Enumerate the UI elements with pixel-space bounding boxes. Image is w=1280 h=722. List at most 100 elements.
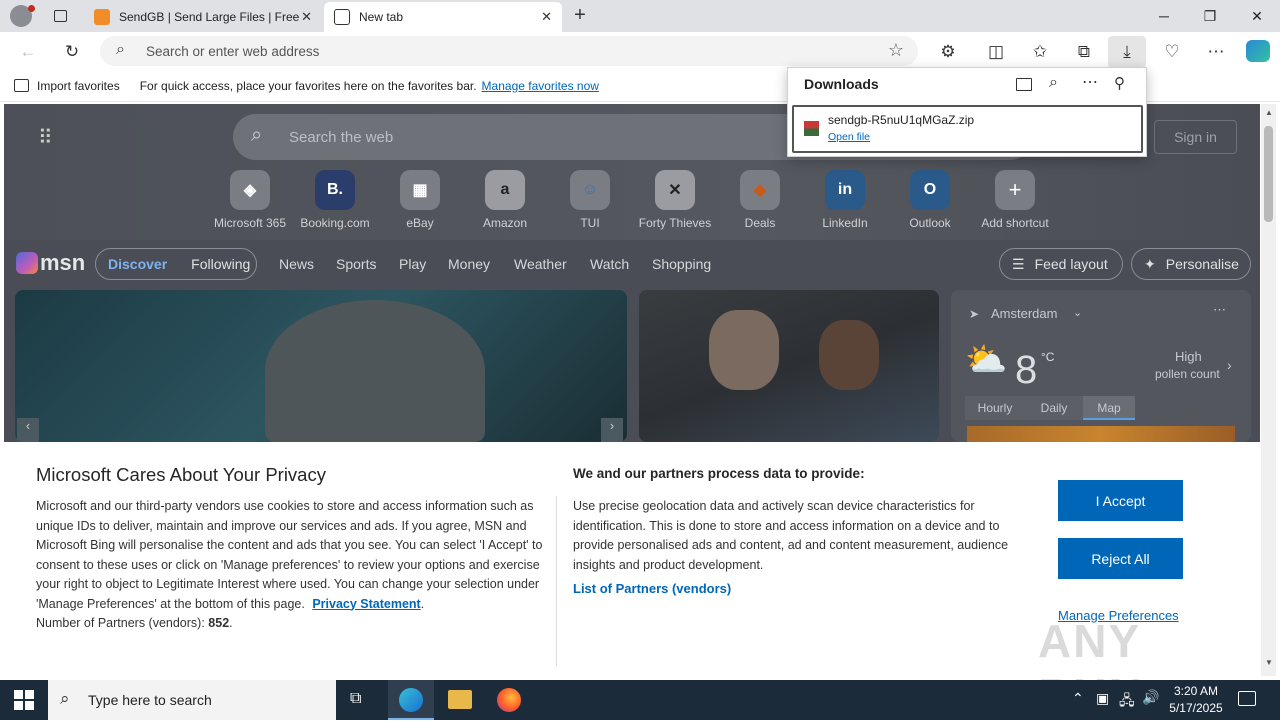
- download-item[interactable]: sendgb-R5nuU1qMGaZ.zip Open file: [792, 105, 1143, 153]
- import-favorites-button[interactable]: Import favorites: [37, 79, 120, 93]
- network-icon[interactable]: 🖧: [1119, 690, 1135, 714]
- divider: [556, 496, 557, 666]
- tab-discover[interactable]: Discover: [108, 256, 167, 272]
- tray-device-icon[interactable]: ▣: [1096, 690, 1109, 707]
- carousel-next-icon[interactable]: ›: [601, 418, 623, 442]
- taskbar-search[interactable]: ⌕ Type here to search: [48, 680, 336, 720]
- collections-icon[interactable]: ⧉: [1070, 38, 1098, 66]
- clock-time[interactable]: 3:20 AM: [1171, 684, 1221, 698]
- shortcut-tui[interactable]: ☺ TUI: [547, 170, 633, 230]
- task-view-icon[interactable]: ⧉: [350, 690, 370, 710]
- notifications-icon[interactable]: [1238, 691, 1256, 706]
- tab-actions-icon[interactable]: [50, 6, 70, 26]
- tab-new-tab[interactable]: New tab ✕: [324, 2, 562, 32]
- clock-date[interactable]: 5/17/2025: [1166, 701, 1226, 715]
- partners-list-link[interactable]: List of Partners (vendors): [573, 581, 731, 596]
- chevron-right-icon[interactable]: ›: [1227, 357, 1232, 373]
- taskbar-edge[interactable]: [388, 680, 434, 720]
- favorites-icon[interactable]: ✩: [1026, 38, 1054, 66]
- sliders-icon: ☰: [1012, 255, 1025, 272]
- partners-label: Number of Partners (vendors):: [36, 616, 209, 630]
- shortcut-label: Amazon: [482, 216, 528, 230]
- nav-money[interactable]: Money: [448, 256, 490, 272]
- new-tab-plus-icon[interactable]: +: [569, 4, 591, 28]
- open-folder-icon[interactable]: [1016, 78, 1032, 91]
- extensions-icon[interactable]: ⚙: [934, 38, 962, 66]
- weather-tab-hourly[interactable]: Hourly: [965, 396, 1025, 420]
- browser-essentials-icon[interactable]: ♡: [1158, 38, 1186, 66]
- close-tab-icon[interactable]: ✕: [301, 9, 312, 25]
- tab-sendgb[interactable]: SendGB | Send Large Files | Free f ✕: [84, 2, 322, 32]
- shortcut-outlook[interactable]: O Outlook: [887, 170, 973, 230]
- shortcut-deals[interactable]: ◆ Deals: [717, 170, 803, 230]
- nav-play[interactable]: Play: [399, 256, 426, 272]
- volume-icon[interactable]: 🔊: [1142, 689, 1159, 706]
- shortcut-add[interactable]: + Add shortcut: [972, 170, 1058, 230]
- nav-watch[interactable]: Watch: [590, 256, 629, 272]
- accept-button[interactable]: I Accept: [1058, 480, 1183, 521]
- weather-card[interactable]: ➤ Amsterdam ⌄ ⋯ ⛅ 8 °C High pollen count…: [951, 290, 1251, 442]
- news-image: [819, 320, 879, 390]
- split-screen-icon[interactable]: ◫: [982, 38, 1010, 66]
- more-menu-icon[interactable]: ⋯: [1202, 38, 1230, 66]
- privacy-statement-link[interactable]: Privacy Statement: [312, 597, 420, 611]
- windows-start-icon[interactable]: [14, 690, 34, 710]
- carousel-prev-icon[interactable]: ‹: [17, 418, 39, 442]
- nav-shopping[interactable]: Shopping: [652, 256, 711, 272]
- shortcut-amazon[interactable]: a Amazon: [462, 170, 548, 230]
- search-downloads-icon[interactable]: ⌕: [1049, 74, 1058, 92]
- nav-news[interactable]: News: [279, 256, 314, 272]
- feed-layout-button[interactable]: ☰ Feed layout: [999, 248, 1123, 280]
- msn-wordmark: msn: [40, 250, 86, 275]
- download-file-name: sendgb-R5nuU1qMGaZ.zip: [828, 113, 975, 127]
- copilot-icon[interactable]: [1246, 40, 1270, 62]
- shortcut-microsoft-365[interactable]: ◈ Microsoft 365: [207, 170, 293, 230]
- period: .: [420, 596, 425, 611]
- add-shortcut-icon: +: [995, 170, 1035, 210]
- manage-favorites-link[interactable]: Manage favorites now: [482, 79, 599, 93]
- pollen-label: pollen count: [1155, 367, 1220, 381]
- more-options-icon[interactable]: ⋯: [1082, 72, 1098, 92]
- msn-logo[interactable]: msn: [16, 250, 85, 276]
- file-explorer-icon[interactable]: [448, 690, 472, 709]
- pin-icon[interactable]: ⚲: [1114, 74, 1125, 92]
- page-scrollbar[interactable]: ▲ ▼: [1261, 104, 1276, 676]
- window-close-icon[interactable]: ✕: [1234, 0, 1280, 32]
- weather-location[interactable]: Amsterdam: [991, 306, 1057, 321]
- zip-archive-icon: [804, 121, 819, 136]
- tab-following[interactable]: Following: [191, 256, 250, 272]
- web-search-icon: ⌕: [251, 124, 263, 146]
- tray-chevron-up-icon[interactable]: ⌃: [1072, 690, 1084, 707]
- close-tab-icon[interactable]: ✕: [541, 9, 552, 25]
- personalise-button[interactable]: ✦ Personalise: [1131, 248, 1251, 280]
- back-icon[interactable]: ←: [14, 38, 42, 66]
- restore-icon[interactable]: ❐: [1187, 0, 1233, 32]
- weather-tab-map[interactable]: Map: [1083, 396, 1135, 420]
- shortcut-forty-thieves[interactable]: ✕ Forty Thieves: [632, 170, 718, 230]
- shortcut-linkedin[interactable]: in LinkedIn: [802, 170, 888, 230]
- apps-grid-icon[interactable]: ⠿: [38, 128, 58, 148]
- weather-map[interactable]: [967, 426, 1235, 442]
- news-card-sports[interactable]: [639, 290, 939, 442]
- nav-weather[interactable]: Weather: [514, 256, 567, 272]
- weather-more-icon[interactable]: ⋯: [1213, 302, 1226, 318]
- weather-tab-daily[interactable]: Daily: [1025, 396, 1083, 420]
- shortcut-label: TUI: [580, 216, 600, 230]
- scroll-down-icon[interactable]: ▼: [1265, 658, 1273, 667]
- favorite-star-icon[interactable]: ☆: [888, 40, 904, 61]
- nav-sports[interactable]: Sports: [336, 256, 376, 272]
- refresh-icon[interactable]: ↻: [58, 38, 86, 66]
- scroll-up-icon[interactable]: ▲: [1265, 108, 1273, 117]
- shortcut-booking[interactable]: B. Booking.com: [292, 170, 378, 230]
- minimize-icon[interactable]: ─: [1141, 0, 1187, 32]
- reject-all-button[interactable]: Reject All: [1058, 538, 1183, 579]
- downloads-icon[interactable]: ⤓: [1108, 36, 1146, 68]
- address-bar[interactable]: ⌕ Search or enter web address ☆: [100, 36, 918, 66]
- firefox-icon[interactable]: [497, 688, 521, 712]
- sign-in-button[interactable]: Sign in: [1154, 120, 1237, 154]
- open-file-link[interactable]: Open file: [828, 131, 870, 143]
- shortcut-ebay[interactable]: ▦ eBay: [377, 170, 463, 230]
- feed-layout-label: Feed layout: [1034, 256, 1108, 272]
- scrollbar-thumb[interactable]: [1264, 126, 1273, 222]
- news-card-main[interactable]: ‹ ›: [15, 290, 627, 442]
